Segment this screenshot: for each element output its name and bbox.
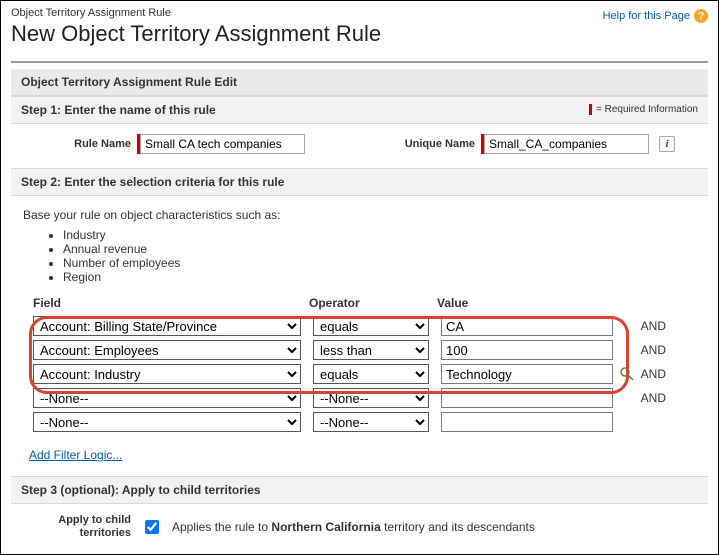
list-item: Region <box>63 270 696 284</box>
unique-name-label: Unique Name <box>365 138 475 150</box>
step3-title: Step 3 (optional): Apply to child territ… <box>21 483 261 497</box>
value-input[interactable] <box>441 316 613 336</box>
required-bar-icon <box>589 104 592 115</box>
help-link-label: Help for this Page <box>603 10 690 22</box>
criteria-table: Field Operator Value Account: Billing St… <box>23 294 696 434</box>
operator-select[interactable]: equals <box>313 364 429 384</box>
help-for-page-link[interactable]: Help for this Page ? <box>603 7 708 23</box>
rule-name-input[interactable] <box>140 134 305 154</box>
field-select[interactable]: --None-- <box>33 388 301 408</box>
logic-label: AND <box>641 391 696 405</box>
value-input[interactable] <box>441 364 613 384</box>
add-filter-logic-link[interactable]: Add Filter Logic... <box>29 448 122 462</box>
info-icon[interactable]: i <box>659 136 675 152</box>
apply-to-child-text: Applies the rule to Northern California … <box>172 520 535 534</box>
page-title: New Object Territory Assignment Rule <box>11 21 603 47</box>
list-item: Number of employees <box>63 256 696 270</box>
criteria-row: --None-- --None-- <box>23 410 696 434</box>
list-item: Industry <box>63 228 696 242</box>
col-value-header: Value <box>437 296 617 310</box>
help-icon: ? <box>694 9 708 23</box>
field-select[interactable]: Account: Industry <box>33 364 301 384</box>
unique-name-field: Unique Name i <box>365 134 675 154</box>
field-select[interactable]: Account: Employees <box>33 340 301 360</box>
field-select[interactable]: --None-- <box>33 412 301 432</box>
top-row: Object Territory Assignment Rule New Obj… <box>11 7 708 57</box>
page-container: Object Territory Assignment Rule New Obj… <box>0 0 719 555</box>
value-input[interactable] <box>441 412 613 432</box>
field-select[interactable]: Account: Billing State/Province <box>33 316 301 336</box>
apply-to-child-checkbox[interactable] <box>145 520 159 534</box>
operator-select[interactable]: equals <box>313 316 429 336</box>
required-info: = Required Information <box>589 104 698 115</box>
operator-select[interactable]: --None-- <box>313 388 429 408</box>
rule-name-label: Rule Name <box>21 138 131 150</box>
col-field-header: Field <box>29 296 309 310</box>
operator-select[interactable]: less than <box>313 340 429 360</box>
step2-title: Step 2: Enter the selection criteria for… <box>21 175 284 189</box>
criteria-row: Account: Industry equals AND <box>23 362 696 386</box>
step1-title: Step 1: Enter the name of this rule <box>21 103 216 117</box>
step2-body: Base your rule on object characteristics… <box>11 196 708 476</box>
step2-header: Step 2: Enter the selection criteria for… <box>11 168 708 196</box>
logic-label: AND <box>641 367 696 381</box>
value-input[interactable] <box>441 340 613 360</box>
criteria-row: --None-- --None-- AND <box>23 386 696 410</box>
logic-label: AND <box>641 343 696 357</box>
unique-name-input[interactable] <box>484 134 649 154</box>
edit-section-header: Object Territory Assignment Rule Edit <box>11 69 708 96</box>
rule-name-field: Rule Name <box>21 134 305 154</box>
step1-header: Step 1: Enter the name of this rule = Re… <box>11 96 708 124</box>
logic-label: AND <box>641 319 696 333</box>
col-operator-header: Operator <box>309 296 437 310</box>
step1-form-row: Rule Name Unique Name i <box>11 124 708 168</box>
title-block: Object Territory Assignment Rule New Obj… <box>11 7 603 57</box>
operator-select[interactable]: --None-- <box>313 412 429 432</box>
step3-row: Apply to child territories Applies the r… <box>11 504 708 540</box>
list-item: Annual revenue <box>63 242 696 256</box>
step3-header: Step 3 (optional): Apply to child territ… <box>11 476 708 504</box>
breadcrumb: Object Territory Assignment Rule <box>11 7 603 19</box>
criteria-row: Account: Employees less than AND <box>23 338 696 362</box>
lookup-icon[interactable] <box>619 366 635 382</box>
criteria-row: Account: Billing State/Province equals AND <box>23 314 696 338</box>
apply-to-child-label: Apply to child territories <box>21 514 131 540</box>
characteristic-list: Industry Annual revenue Number of employ… <box>63 228 696 284</box>
criteria-header-row: Field Operator Value <box>23 294 696 314</box>
value-input[interactable] <box>441 388 613 408</box>
panel-divider <box>11 61 708 63</box>
step2-intro: Base your rule on object characteristics… <box>23 208 696 222</box>
